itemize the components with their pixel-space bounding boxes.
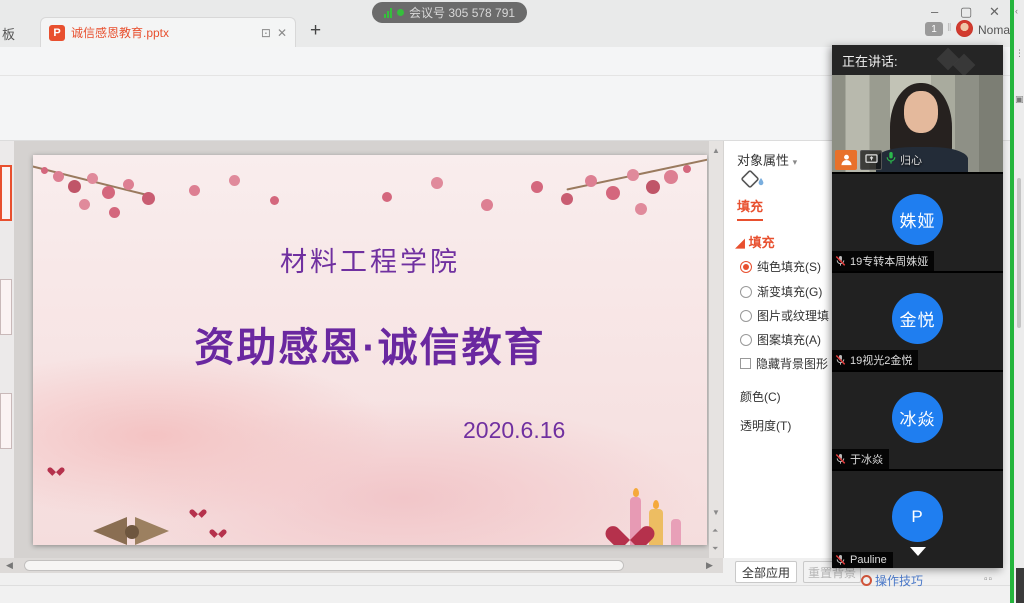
participant-tile[interactable]: 金悦 19视光2金悦	[832, 271, 1003, 370]
gradient-fill-radio[interactable]: 渐变填充(G)	[740, 283, 822, 300]
tips-link[interactable]: 操作技巧	[861, 572, 923, 589]
badge-divider: ‖	[947, 22, 952, 34]
fill-tab[interactable]: 填充	[737, 196, 763, 221]
fill-section-header[interactable]: ◢ 填充	[735, 232, 775, 251]
apply-all-button[interactable]: 全部应用	[735, 561, 797, 583]
slide-vertical-scrollbar[interactable]	[709, 141, 723, 558]
horizontal-scroll-thumb[interactable]	[24, 560, 624, 571]
pattern-fill-radio[interactable]: 图案填充(A)	[740, 331, 821, 348]
document-tab[interactable]: P 诚信感恩教育.pptx ⊡ ✕	[40, 17, 296, 47]
slide-college-text[interactable]: 材料工程学院	[33, 240, 707, 279]
participant-label: 19专转本周姝娅	[832, 251, 934, 271]
participant-avatar: 姝娅	[892, 194, 943, 245]
slide-date-text[interactable]: 2020.6.16	[463, 417, 565, 444]
meeting-speaking-header: 正在讲话:	[832, 45, 1003, 75]
candles-decoration	[599, 455, 689, 545]
color-label[interactable]: 颜色(C)	[740, 388, 781, 405]
new-tab-button[interactable]: +	[310, 20, 321, 42]
transparency-label[interactable]: 透明度(T)	[740, 417, 791, 434]
hide-background-checkbox[interactable]: 隐藏背景图形	[740, 355, 828, 372]
heart-decoration-left	[51, 464, 62, 473]
meeting-panel: 正在讲话: 归心 姝娅	[832, 45, 1003, 568]
maximize-button[interactable]: ▢	[960, 4, 972, 20]
collapse-panel-chevron-icon[interactable]: ‹	[1015, 6, 1018, 16]
participant-label: 19视光2金悦	[832, 350, 918, 370]
slide-thumbnail-2[interactable]	[0, 279, 12, 335]
minimize-button[interactable]: –	[931, 4, 938, 19]
participant-label: 于冰焱	[832, 449, 889, 469]
share-screen-icon[interactable]	[860, 150, 882, 170]
slide-main-title[interactable]: 资助感恩·诚信教育	[33, 315, 707, 373]
close-window-button[interactable]: ✕	[989, 4, 1000, 20]
doc-count-badge[interactable]: 1	[925, 22, 943, 36]
solid-fill-radio[interactable]: 纯色填充(S)	[740, 258, 821, 275]
more-options-dots-icon[interactable]: ⋮	[1015, 48, 1024, 59]
screen: 板 P 诚信感恩教育.pptx ⊡ ✕ + 会议号 305 578 791 – …	[0, 0, 1024, 603]
show-more-participants-icon[interactable]	[910, 547, 926, 556]
slide-canvas[interactable]: 材料工程学院 资助感恩·诚信教育 2020.6.16	[33, 155, 707, 545]
participant-tile[interactable]: 冰焱 于冰焱	[832, 370, 1003, 469]
participant-view-button[interactable]	[835, 150, 857, 170]
picture-texture-fill-radio[interactable]: 图片或纹理填	[740, 307, 829, 324]
mic-muted-icon	[835, 354, 846, 366]
fill-bucket-icon	[740, 168, 766, 192]
participant-avatar: 金悦	[892, 293, 943, 344]
mic-muted-icon	[835, 453, 846, 465]
blossom-branch-right	[566, 157, 707, 190]
participant-tile[interactable]: 姝娅 19专转本周姝娅	[832, 172, 1003, 271]
slide-thumbnail-1[interactable]	[0, 165, 12, 221]
blossoms-left	[41, 167, 48, 174]
scroll-up-icon[interactable]: ▲	[712, 146, 720, 155]
mic-muted-icon	[835, 255, 846, 267]
user-avatar[interactable]	[956, 20, 973, 37]
speaker-name: 归心	[900, 152, 922, 168]
slide-thumbnail-panel	[0, 141, 14, 558]
participant-avatar: P	[892, 491, 943, 542]
scroll-right-icon[interactable]: ▶	[706, 560, 713, 571]
close-tab-icon[interactable]: ✕	[277, 26, 287, 40]
screen-share-border	[1010, 0, 1014, 603]
heart-decoration	[615, 516, 645, 543]
next-slide-icon[interactable]: ⏷	[712, 544, 718, 554]
blossom-branch-left	[33, 165, 145, 196]
speaker-video[interactable]: 归心	[832, 75, 1003, 172]
slide-thumbnail-3[interactable]	[0, 393, 12, 449]
wps-presentation-icon: P	[49, 25, 65, 41]
speaker-controls: 归心	[832, 147, 922, 172]
tips-icon	[861, 575, 872, 586]
meeting-id-label: 会议号 305 578 791	[409, 4, 515, 21]
taskbar-fragment	[1016, 568, 1024, 603]
meeting-live-dot	[397, 9, 404, 16]
meeting-id-pill[interactable]: 会议号 305 578 791	[372, 2, 527, 23]
mic-muted-icon	[835, 554, 846, 566]
signal-bars-icon	[384, 8, 392, 18]
mic-on-icon[interactable]	[885, 151, 897, 168]
bow-decoration	[93, 503, 213, 545]
blossoms-right	[683, 165, 691, 173]
view-switcher-icons[interactable]: ▫▫	[984, 574, 993, 585]
panel-scrollbar-thumb[interactable]	[1017, 178, 1021, 328]
present-mode-icon[interactable]: ⊡	[261, 26, 271, 40]
clipboard-sidebar-icon[interactable]: ▣	[1015, 94, 1024, 105]
participant-label: Pauline	[832, 552, 893, 568]
object-properties-title[interactable]: 对象属性 ▾	[737, 150, 797, 169]
participant-avatar: 冰焱	[892, 392, 943, 443]
window-tab-bar: 板 P 诚信感恩教育.pptx ⊡ ✕ + 会议号 305 578 791 – …	[0, 0, 1024, 47]
scroll-left-icon[interactable]: ◀	[6, 560, 13, 571]
tab-templates-partial[interactable]: 板	[2, 24, 15, 43]
scroll-down-icon[interactable]: ▼	[712, 508, 720, 517]
previous-slide-icon[interactable]: ⏶	[712, 526, 718, 536]
document-tab-title: 诚信感恩教育.pptx	[71, 24, 255, 41]
